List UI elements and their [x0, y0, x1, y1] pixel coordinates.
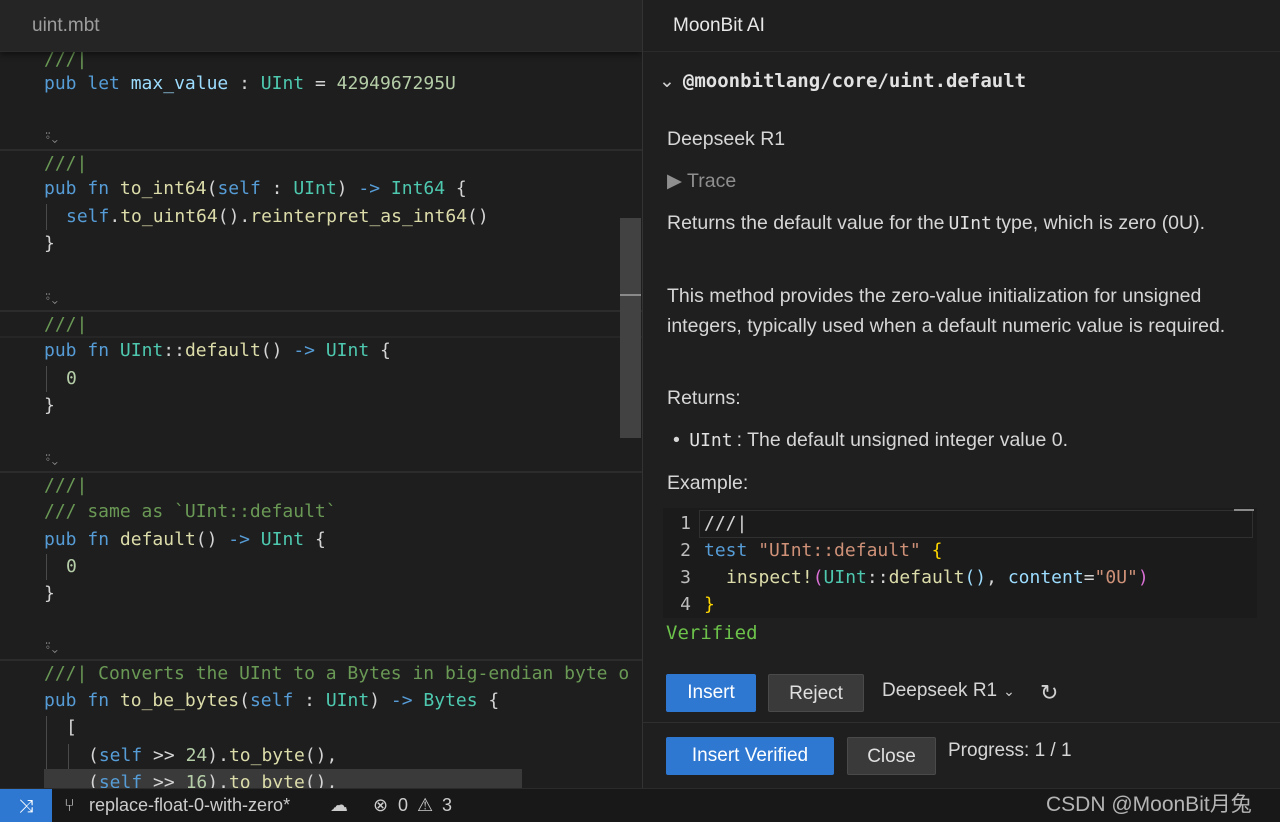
- branch-name[interactable]: replace-float-0-with-zero*: [89, 795, 290, 816]
- code-line: ///|: [44, 314, 88, 335]
- refresh-icon[interactable]: ↻: [1040, 680, 1058, 706]
- progress-text: Progress: 1 / 1: [948, 740, 1072, 761]
- description-2: This method provides the zero-value init…: [667, 285, 1226, 337]
- remote-icon[interactable]: ⤨: [0, 789, 52, 822]
- returns-item: • UInt: The default unsigned integer val…: [673, 429, 1068, 451]
- example-heading: Example:: [667, 472, 749, 494]
- separator: [0, 149, 642, 151]
- codelens-icon[interactable]: ⍤⌄: [44, 128, 58, 148]
- source-heading[interactable]: ⌄ @moonbitlang/core/uint.default: [659, 70, 1026, 93]
- separator: [0, 310, 642, 312]
- code-line: 0: [66, 556, 77, 577]
- insert-button[interactable]: Insert: [666, 674, 756, 712]
- code-line: pub let max_value : UInt = 4294967295U: [44, 73, 456, 94]
- ai-panel: MoonBit AI ⌄ @moonbitlang/core/uint.defau…: [642, 0, 1280, 788]
- code-line: }: [44, 395, 55, 416]
- chevron-down-icon[interactable]: ⌄: [659, 71, 675, 92]
- editor-scrollbar[interactable]: [620, 218, 641, 438]
- ai-panel-title: MoonBit AI: [673, 15, 765, 36]
- model-label: Deepseek R1: [667, 128, 786, 150]
- codelens-icon[interactable]: ⍤⌄: [44, 289, 58, 309]
- ai-panel-header: MoonBit AI: [643, 0, 1280, 52]
- line-number: 1: [680, 513, 691, 534]
- code-line: pub fn UInt::default() -> UInt {: [44, 340, 391, 361]
- code-line: ///| Converts the UInt to a Bytes in big…: [44, 663, 630, 684]
- code-line: 0: [66, 368, 77, 389]
- close-button[interactable]: Close: [847, 737, 936, 775]
- code-editor[interactable]: uint.mbt ///| pub let max_value : UInt =…: [0, 0, 642, 788]
- code-line: (self >> 16).to_byte(),: [88, 772, 338, 788]
- editor-tab-title: uint.mbt: [32, 15, 100, 36]
- code-line: ///|: [44, 153, 88, 174]
- code-line: }: [44, 583, 55, 604]
- verified-status: Verified: [666, 622, 758, 644]
- divider: [642, 722, 1280, 723]
- code-line: self.to_uint64().reinterpret_as_int64(): [66, 206, 489, 227]
- source-path: @moonbitlang/core/uint.default: [682, 70, 1027, 92]
- description-1: Returns the default value for the UInt typ…: [667, 212, 1206, 234]
- returns-heading: Returns:: [667, 387, 741, 409]
- code-line: ///|: [704, 513, 748, 534]
- insert-verified-button[interactable]: Insert Verified: [666, 737, 834, 775]
- separator: [0, 471, 642, 473]
- example-code-block[interactable]: 1 2 3 4 ///| test "UInt::default" { insp…: [663, 508, 1257, 618]
- code-line: test "UInt::default" {: [704, 540, 943, 561]
- code-line: }: [704, 594, 715, 615]
- errors-count[interactable]: 0: [398, 795, 408, 816]
- watermark: CSDN @MoonBit月兔: [1046, 793, 1252, 816]
- warnings-count[interactable]: 3: [442, 795, 452, 816]
- code-line: [: [66, 717, 77, 738]
- code-line: inspect!(UInt::default(), content="0U"): [726, 567, 1149, 588]
- code-line: pub fn to_be_bytes(self : UInt) -> Bytes…: [44, 690, 500, 711]
- branch-icon: ⑂: [64, 795, 75, 815]
- code-line: pub fn default() -> UInt {: [44, 529, 326, 550]
- code-line: (self >> 24).to_byte(),: [88, 745, 338, 766]
- editor-tab[interactable]: uint.mbt: [0, 0, 642, 52]
- codelens-icon[interactable]: ⍤⌄: [44, 638, 58, 658]
- chevron-down-icon: ⌄: [1003, 683, 1015, 699]
- code-line: ///|: [44, 475, 88, 496]
- code-line: pub fn to_int64(self : UInt) -> Int64 {: [44, 178, 467, 199]
- trace-toggle[interactable]: ▶ Trace: [667, 166, 1267, 196]
- codelens-icon[interactable]: ⍤⌄: [44, 450, 58, 470]
- line-number: 4: [680, 594, 691, 615]
- bullet: •: [673, 429, 680, 451]
- errors-icon[interactable]: ⊗: [373, 795, 388, 816]
- minimap-indicator: [1234, 509, 1254, 511]
- sync-icon[interactable]: ☁: [330, 795, 348, 816]
- warnings-icon[interactable]: ⚠: [417, 795, 433, 816]
- reject-button[interactable]: Reject: [768, 674, 864, 712]
- line-number: 3: [680, 567, 691, 588]
- line-number: 2: [680, 540, 691, 561]
- code-line: /// same as `UInt::default`: [44, 501, 337, 522]
- model-select[interactable]: Deepseek R1 ⌄: [882, 680, 1015, 702]
- code-line: }: [44, 233, 55, 254]
